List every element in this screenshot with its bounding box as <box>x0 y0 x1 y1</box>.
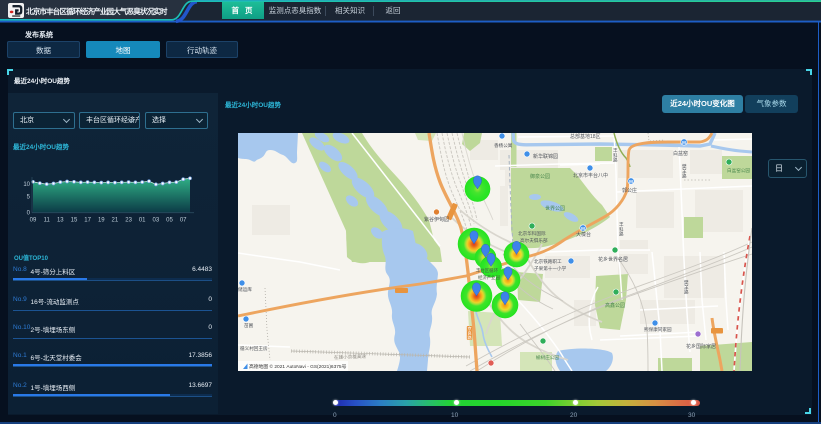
svg-text:15: 15 <box>71 218 78 224</box>
svg-text:0: 0 <box>27 211 31 217</box>
svg-text:丰台区循环: 丰台区循环 <box>476 267 499 274</box>
svg-text:03: 03 <box>153 218 160 224</box>
svg-text:御泉公园: 御泉公园 <box>530 173 550 180</box>
svg-text:高德地图 © 2021 AutoNavi - GS(2021: 高德地图 © 2021 AutoNavi - GS(2021)6375号 <box>249 363 347 370</box>
svg-text:郭公庄: 郭公庄 <box>622 187 637 194</box>
svg-text:紫谷伊甸园: 紫谷伊甸园 <box>424 216 449 223</box>
svg-text:19: 19 <box>98 218 105 224</box>
svg-text:白盆窑公园: 白盆窑公园 <box>727 167 750 174</box>
svg-text:5: 5 <box>27 195 31 201</box>
svg-text:高鑫公园: 高鑫公园 <box>605 302 625 309</box>
svg-text:世界公园: 世界公园 <box>545 205 565 212</box>
svg-text:樊羊路: 樊羊路 <box>684 279 689 296</box>
svg-text:17: 17 <box>84 218 91 224</box>
svg-text:香杨公寓: 香杨公寓 <box>494 142 513 149</box>
svg-text:北京铁路职工: 北京铁路职工 <box>534 258 562 265</box>
svg-text:13: 13 <box>57 218 64 224</box>
svg-text:经济产业园: 经济产业园 <box>478 274 501 281</box>
svg-text:熙保康同家园: 熙保康同家园 <box>644 326 672 333</box>
svg-text:21: 21 <box>112 218 119 224</box>
svg-text:10: 10 <box>23 182 30 188</box>
svg-text:子果第十一小学: 子果第十一小学 <box>534 265 567 272</box>
svg-text:23: 23 <box>125 218 132 224</box>
svg-text:榆树庄公园: 榆树庄公园 <box>536 354 559 361</box>
svg-text:储运库: 储运库 <box>238 286 252 293</box>
svg-text:01: 01 <box>139 218 146 224</box>
svg-text:丰科路: 丰科路 <box>613 147 618 164</box>
svg-text:北京华科国际: 北京华科国际 <box>518 230 546 237</box>
svg-text:09: 09 <box>30 218 37 224</box>
svg-text:M: M <box>581 226 585 231</box>
svg-text:北京市丰台八中: 北京市丰台八中 <box>573 172 608 179</box>
svg-text:循义村回王房: 循义村回王房 <box>240 345 268 352</box>
svg-text:丰科路: 丰科路 <box>619 221 624 238</box>
svg-text:05: 05 <box>166 218 173 224</box>
svg-text:新华联锦园: 新华联锦园 <box>533 153 558 160</box>
svg-text:07: 07 <box>180 218 187 224</box>
svg-text:总部基地18区: 总部基地18区 <box>570 133 601 140</box>
svg-text:樊羊路: 樊羊路 <box>682 163 687 180</box>
svg-text:花乡世界名居: 花乡世界名居 <box>598 256 628 263</box>
svg-text:白盆窑: 白盆窑 <box>673 150 688 157</box>
svg-text:M: M <box>629 179 633 184</box>
svg-text:11: 11 <box>44 218 51 224</box>
svg-text:M: M <box>682 140 686 145</box>
svg-text:花乡国际家居: 花乡国际家居 <box>686 343 716 350</box>
svg-text:大葆台: 大葆台 <box>576 231 591 238</box>
svg-text:高尔夫俱乐部: 高尔夫俱乐部 <box>520 237 548 244</box>
